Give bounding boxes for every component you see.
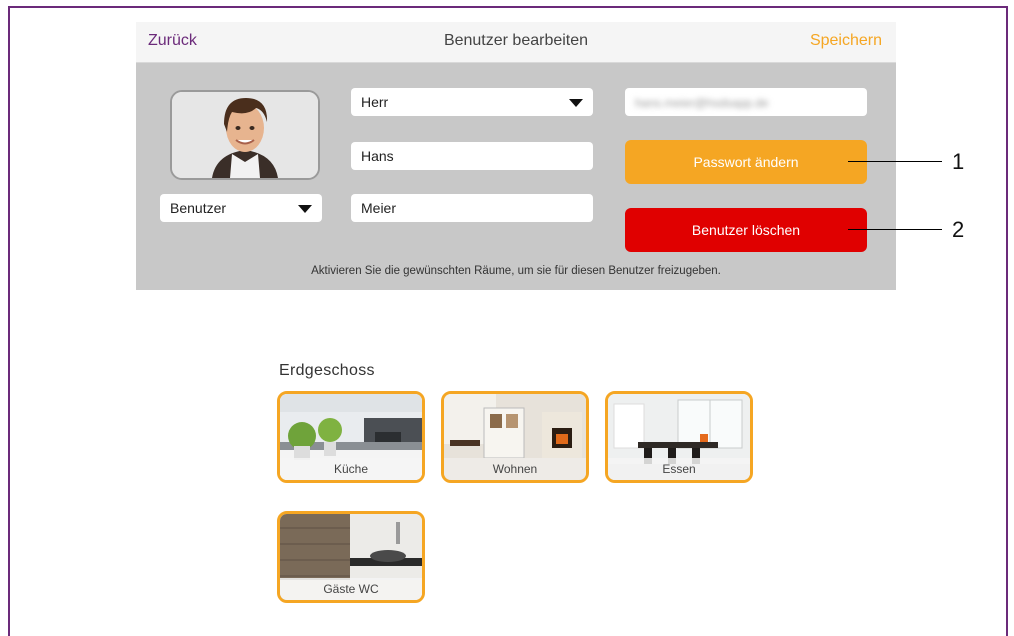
last-name-field[interactable]: Meier — [351, 194, 593, 222]
first-name-value: Hans — [361, 148, 394, 164]
salutation-select[interactable]: Herr — [351, 88, 593, 116]
chevron-down-icon — [298, 205, 312, 213]
room-label: Gäste WC — [280, 578, 422, 600]
role-select[interactable]: Benutzer — [160, 194, 322, 222]
chevron-down-icon — [569, 99, 583, 107]
room-label: Küche — [280, 458, 422, 480]
rooms-hint-text: Aktivieren Sie die gewünschten Räume, um… — [311, 265, 721, 277]
email-field[interactable]: hans.meier@hsdsapp.de — [625, 88, 867, 116]
room-tile-kueche[interactable]: Küche — [277, 391, 425, 483]
change-password-button[interactable]: Passwort ändern — [625, 140, 867, 184]
floor-title: Erdgeschoss — [279, 362, 375, 379]
email-value: hans.meier@hsdsapp.de — [635, 96, 769, 110]
delete-user-button[interactable]: Benutzer löschen — [625, 208, 867, 252]
callout-number-1: 1 — [952, 149, 965, 174]
callout-number-2: 2 — [952, 217, 965, 242]
last-name-value: Meier — [361, 200, 397, 216]
room-tile-gaeste-wc[interactable]: Gäste WC — [277, 511, 425, 603]
avatar[interactable] — [170, 90, 320, 180]
room-label: Essen — [608, 458, 750, 480]
room-tile-essen[interactable]: Essen — [605, 391, 753, 483]
role-value: Benutzer — [170, 200, 227, 216]
user-form-panel: Benutzer Herr Hans Meier hans.meier@hsds… — [136, 63, 896, 290]
room-tile-wohnen[interactable]: Wohnen — [441, 391, 589, 483]
edit-user-screen: Zurück Benutzer bearbeiten Speichern Ben… — [136, 22, 896, 290]
callout-line-2 — [848, 229, 942, 230]
room-label: Wohnen — [444, 458, 586, 480]
navigation-bar: Zurück Benutzer bearbeiten Speichern — [136, 22, 896, 63]
callout-line-1 — [848, 161, 942, 162]
save-button[interactable]: Speichern — [810, 32, 882, 50]
person-photo-icon — [172, 92, 318, 178]
first-name-field[interactable]: Hans — [351, 142, 593, 170]
page-title: Benutzer bearbeiten — [443, 32, 589, 49]
salutation-value: Herr — [361, 94, 389, 110]
